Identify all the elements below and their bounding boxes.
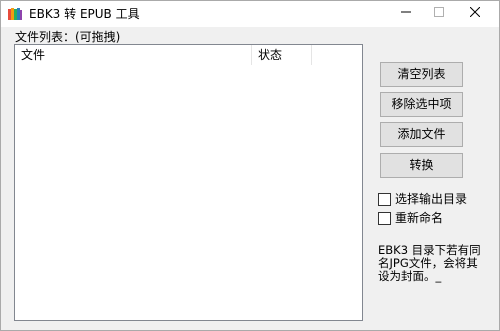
column-header-status[interactable]: 状态 (252, 45, 312, 65)
clear-list-button[interactable]: 清空列表 (380, 62, 463, 87)
column-header-file[interactable]: 文件 (15, 45, 252, 65)
cover-note: EBK3 目录下若有同名JPG文件，会将其设为封面。_ (378, 243, 481, 283)
select-output-dir-label[interactable]: 选择输出目录 (395, 192, 467, 206)
maximize-button[interactable] (419, 1, 459, 25)
app-icon (7, 6, 23, 22)
minimize-icon (401, 6, 411, 20)
rename-checkbox[interactable] (378, 211, 391, 225)
file-list-view[interactable]: 文件 状态 (14, 44, 363, 321)
add-files-button[interactable]: 添加文件 (380, 122, 463, 147)
title-bar[interactable]: EBK3 转 EPUB 工具 (1, 1, 499, 27)
close-icon (469, 6, 481, 20)
select-output-dir-option[interactable]: 选择输出目录 (378, 192, 467, 206)
convert-button[interactable]: 转换 (380, 153, 463, 178)
window-title: EBK3 转 EPUB 工具 (29, 7, 140, 21)
main-window: EBK3 转 EPUB 工具 文件列表：(可拖拽) 文件 状态 清空列表 移除选… (0, 0, 500, 331)
maximize-icon (434, 6, 444, 20)
rename-label[interactable]: 重新命名 (395, 211, 443, 225)
select-output-dir-checkbox[interactable] (378, 192, 391, 206)
close-button[interactable] (455, 1, 495, 25)
rename-option[interactable]: 重新命名 (378, 211, 443, 225)
file-list-label: 文件列表：(可拖拽) (15, 30, 121, 44)
remove-selected-button[interactable]: 移除选中项 (380, 92, 463, 117)
